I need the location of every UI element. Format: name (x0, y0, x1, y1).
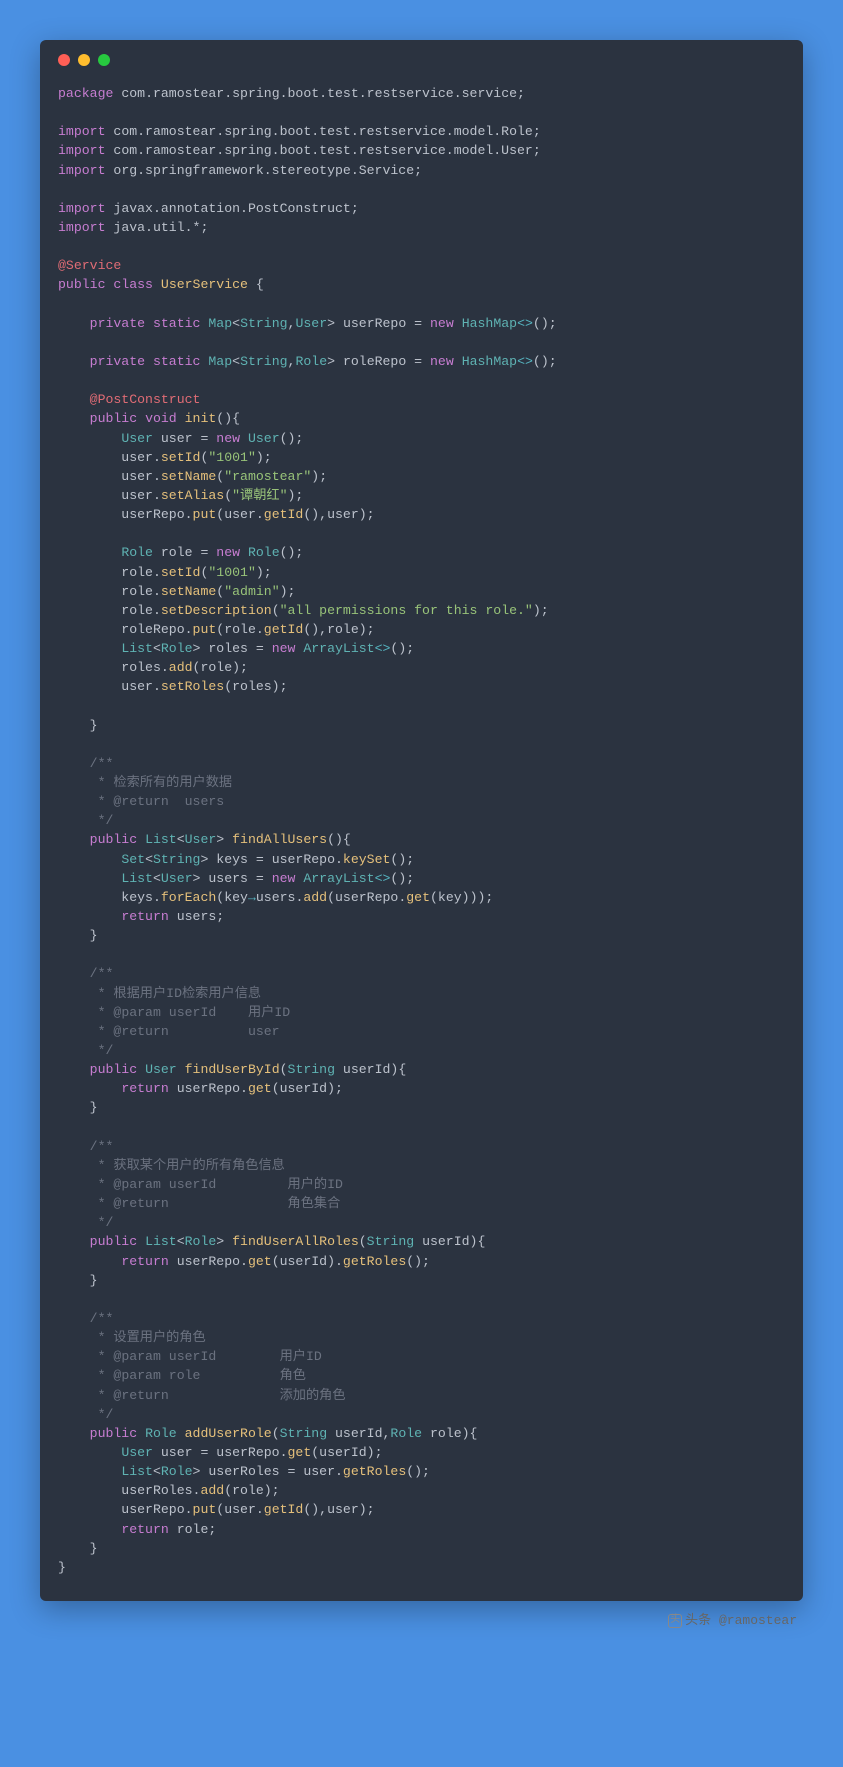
role-id-literal: "1001" (208, 565, 255, 580)
package-name: com.ramostear.spring.boot.test.restservi… (121, 86, 517, 101)
role-desc-literal: "all permissions for this role." (280, 603, 533, 618)
import-0: com.ramostear.spring.boot.test.restservi… (113, 124, 532, 139)
code-block: package com.ramostear.spring.boot.test.r… (58, 84, 785, 1577)
class-annotation: @Service (58, 258, 121, 273)
role-name-literal: "admin" (224, 584, 279, 599)
import-3: javax.annotation.PostConstruct (113, 201, 350, 216)
addrole-doc-3: @return 添加的角色 (113, 1388, 345, 1403)
user-alias-literal: "谭朝红" (232, 488, 287, 503)
addrole-doc-0: 设置用户的角色 (113, 1330, 205, 1345)
addrole-doc-2: @param role 角色 (113, 1368, 306, 1383)
import-2: org.springframework.stereotype.Service (113, 163, 414, 178)
findall-doc-1: @return users (113, 794, 224, 809)
init-annotation: @PostConstruct (90, 392, 201, 407)
window-titlebar (58, 54, 785, 66)
close-icon[interactable] (58, 54, 70, 66)
watermark: 头头条 @ramostear (40, 1609, 803, 1628)
watermark-icon: 头 (668, 1614, 682, 1628)
import-4: java.util.* (113, 220, 200, 235)
findbyid-doc-0: 根据用户ID检索用户信息 (113, 986, 261, 1001)
findall-doc-0: 检索所有的用户数据 (113, 775, 232, 790)
class-name: UserService (161, 277, 248, 292)
maximize-icon[interactable] (98, 54, 110, 66)
import-1: com.ramostear.spring.boot.test.restservi… (113, 143, 532, 158)
code-window: package com.ramostear.spring.boot.test.r… (40, 40, 803, 1601)
watermark-handle: @ramostear (719, 1613, 797, 1628)
findbyid-doc-2: @return user (113, 1024, 279, 1039)
minimize-icon[interactable] (78, 54, 90, 66)
findbyid-doc-1: @param userId 用户ID (113, 1005, 290, 1020)
watermark-prefix: 头条 (685, 1613, 711, 1628)
kw-package: package (58, 86, 113, 101)
findroles-doc-0: 获取某个用户的所有角色信息 (113, 1158, 284, 1173)
findroles-doc-2: @return 角色集合 (113, 1196, 340, 1211)
user-id-literal: "1001" (208, 450, 255, 465)
user-name-literal: "ramostear" (224, 469, 311, 484)
findroles-doc-1: @param userId 用户的ID (113, 1177, 343, 1192)
addrole-doc-1: @param userId 用户ID (113, 1349, 321, 1364)
